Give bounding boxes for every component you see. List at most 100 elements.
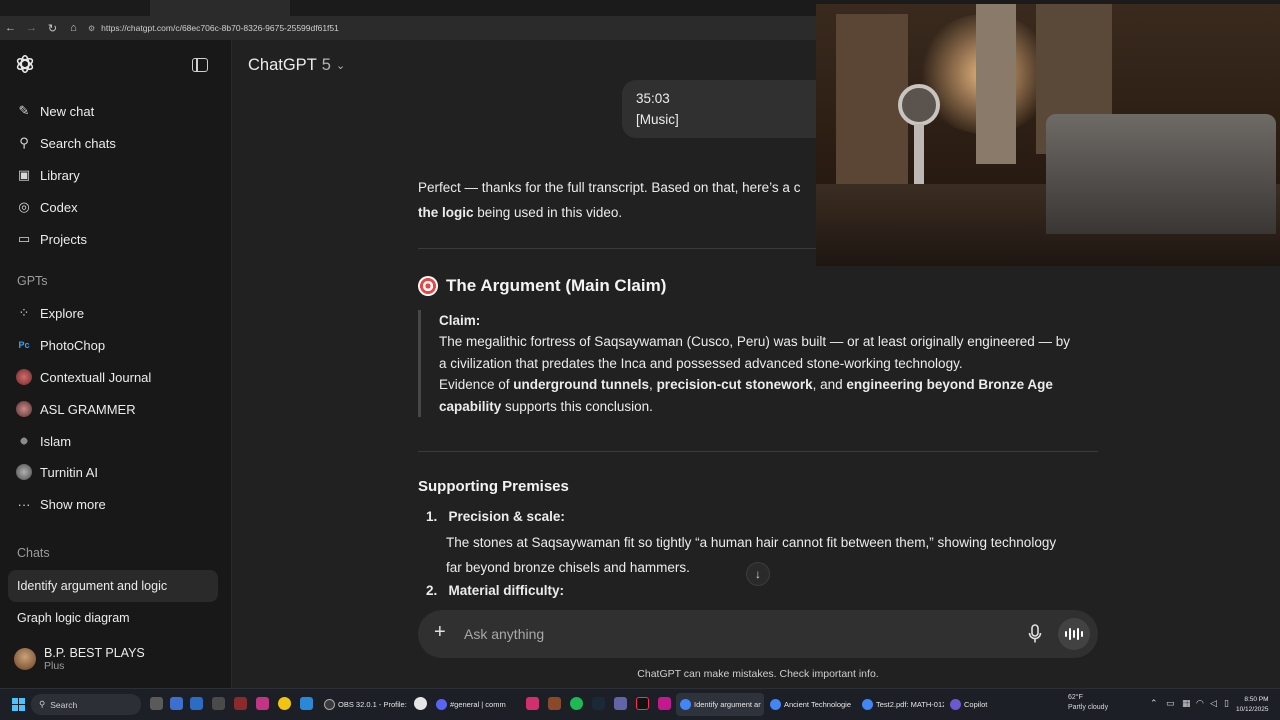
taskbar-app-obs[interactable]: OBS 32.0.1 - Profile: [320,693,410,716]
search-icon: ⚲ [39,699,46,709]
browser-tab[interactable] [430,0,570,16]
mirror [976,4,1016,164]
site-info-icon[interactable]: ⚙ [88,24,95,33]
clock-time: 8:50 PM [1244,696,1269,703]
browser-tab-active[interactable] [150,0,290,16]
prompt-input[interactable] [464,622,1004,646]
bold-text: capability [439,398,502,414]
app-icon[interactable] [190,697,203,710]
browser-tab[interactable] [570,0,710,16]
list-item: 1. Precision & scale: [426,509,565,524]
app-icon[interactable] [212,697,225,710]
browser-tab[interactable] [710,0,816,16]
wifi-icon[interactable]: ◠ [1196,698,1204,709]
taskbar-app-chrome[interactable]: Test2.pdf: MATH-012 [858,693,944,716]
grid-icon: ⁘ [18,305,30,320]
tiktok-icon[interactable] [636,697,649,710]
windows-start-icon[interactable] [12,698,25,711]
app-icon[interactable] [658,697,671,710]
plus-icon[interactable]: + [434,621,446,644]
sidebar-item-new-chat[interactable]: ✎ New chat [8,96,218,126]
forward-icon[interactable]: → [21,16,42,40]
steam-icon[interactable] [592,697,605,710]
task-view-icon[interactable] [150,697,163,710]
evidence-text: Evidence of underground tunnels, precisi… [439,374,1098,395]
reload-icon[interactable]: ↻ [42,16,63,40]
taskbar-app-label: OBS 32.0.1 - Profile: [338,700,407,709]
sidebar-item-library[interactable]: ▣ Library [8,160,218,190]
folder-icon: ▭ [17,231,31,246]
app-tray-icon[interactable]: ▦ [1182,698,1191,709]
taskbar-search[interactable]: ⚲ Search [31,694,141,715]
sidebar-item-show-more[interactable]: ··· Show more [8,489,218,519]
openai-logo-icon[interactable] [14,53,36,75]
sidebar-item-codex[interactable]: ◎ Codex [8,192,218,222]
microphone-icon[interactable] [1028,624,1042,644]
sidebar-item-label: Library [40,167,80,183]
back-icon[interactable]: ← [0,16,21,40]
taskbar-app-chrome-active[interactable]: Identify argument ar [676,693,764,716]
list-title: Material difficulty: [448,583,565,598]
obs-icon [324,699,335,710]
fan-stand [914,124,924,184]
taskbar-app-label: Ancient Technologie [784,700,851,709]
url-text: https://chatgpt.com/c/68ec706c-8b70-8326… [101,23,339,33]
weather-widget[interactable]: 62°F Partly cloudy [1068,693,1108,713]
sidebar-item-label: Search chats [40,135,116,151]
chat-item[interactable]: Graph logic diagram [8,602,218,634]
network-icon[interactable]: ▭ [1166,698,1175,709]
browser-tab[interactable] [290,0,430,16]
chevron-up-icon[interactable]: ⌃ [1150,698,1158,709]
evidence-text: capability supports this conclusion. [439,396,1098,417]
sidebar-item-turnitin-ai[interactable]: Turnitin AI [8,457,218,487]
weather-desc: Partly cloudy [1068,704,1109,711]
taskbar-app-discord[interactable]: #general | comm [432,693,520,716]
sidebar-item-photochop[interactable]: Pc PhotoChop [8,330,218,360]
voice-mode-button[interactable] [1058,618,1090,650]
scroll-down-button[interactable]: ↓ [746,562,770,586]
sidebar-item-label: Explore [40,305,85,321]
app-icon[interactable] [170,697,183,710]
instagram-icon[interactable] [256,697,269,710]
app-icon[interactable] [300,697,313,710]
sidebar-item-projects[interactable]: ▭ Projects [8,224,218,254]
model-selector[interactable]: ChatGPT 5 ⌄ [248,56,345,75]
sidebar-item-search-chats[interactable]: ⚲ Search chats [8,128,218,158]
browser-tab[interactable] [0,0,150,16]
spotify-icon[interactable] [570,697,583,710]
app-icon[interactable] [414,697,427,710]
taskbar-app-chrome[interactable]: Ancient Technologie [766,693,856,716]
target-icon [418,276,438,296]
home-icon[interactable]: ⌂ [63,16,84,40]
teams-icon[interactable] [614,697,627,710]
sidebar-item-explore[interactable]: ⁘ Explore [8,298,218,328]
sidebar-toggle-icon[interactable] [192,58,208,72]
sidebar-item-asl-grammer[interactable]: ASL GRAMMER [8,394,218,424]
model-name: ChatGPT [248,56,317,74]
webcam-overlay [816,4,1280,266]
chat-item-active[interactable]: Identify argument and logic [8,570,218,602]
sidebar-item-label: Projects [40,231,87,247]
text: far beyond bronze chisels and hammers. [446,560,690,575]
chrome-icon[interactable] [278,697,291,710]
taskbar-app-copilot[interactable]: Copilot [946,693,996,716]
fan [898,84,940,126]
url-field[interactable]: ⚙ https://chatgpt.com/c/68ec706c-8b70-83… [88,23,339,33]
app-icon[interactable] [548,697,561,710]
chats-section-label: Chats [17,546,50,560]
battery-icon[interactable]: ▯ [1224,698,1229,709]
app-icon[interactable] [526,697,539,710]
list-title: Precision & scale: [448,509,565,524]
clock[interactable]: 8:50 PM 10/12/2025 [1236,695,1269,715]
app-icon[interactable] [234,697,247,710]
sidebar-item-contextuall-journal[interactable]: Contextuall Journal [8,362,218,392]
text: Evidence of [439,377,514,393]
search-icon: ⚲ [19,135,29,150]
sidebar-item-islam[interactable]: Islam [8,426,218,456]
volume-icon[interactable]: ◁ [1210,698,1217,709]
model-version: 5 [321,56,331,74]
text: , and [812,377,847,393]
sidebar-item-label: Show more [40,496,106,512]
taskbar-app-label: Test2.pdf: MATH-012 [876,700,944,709]
sidebar-item-label: Islam [40,433,72,449]
